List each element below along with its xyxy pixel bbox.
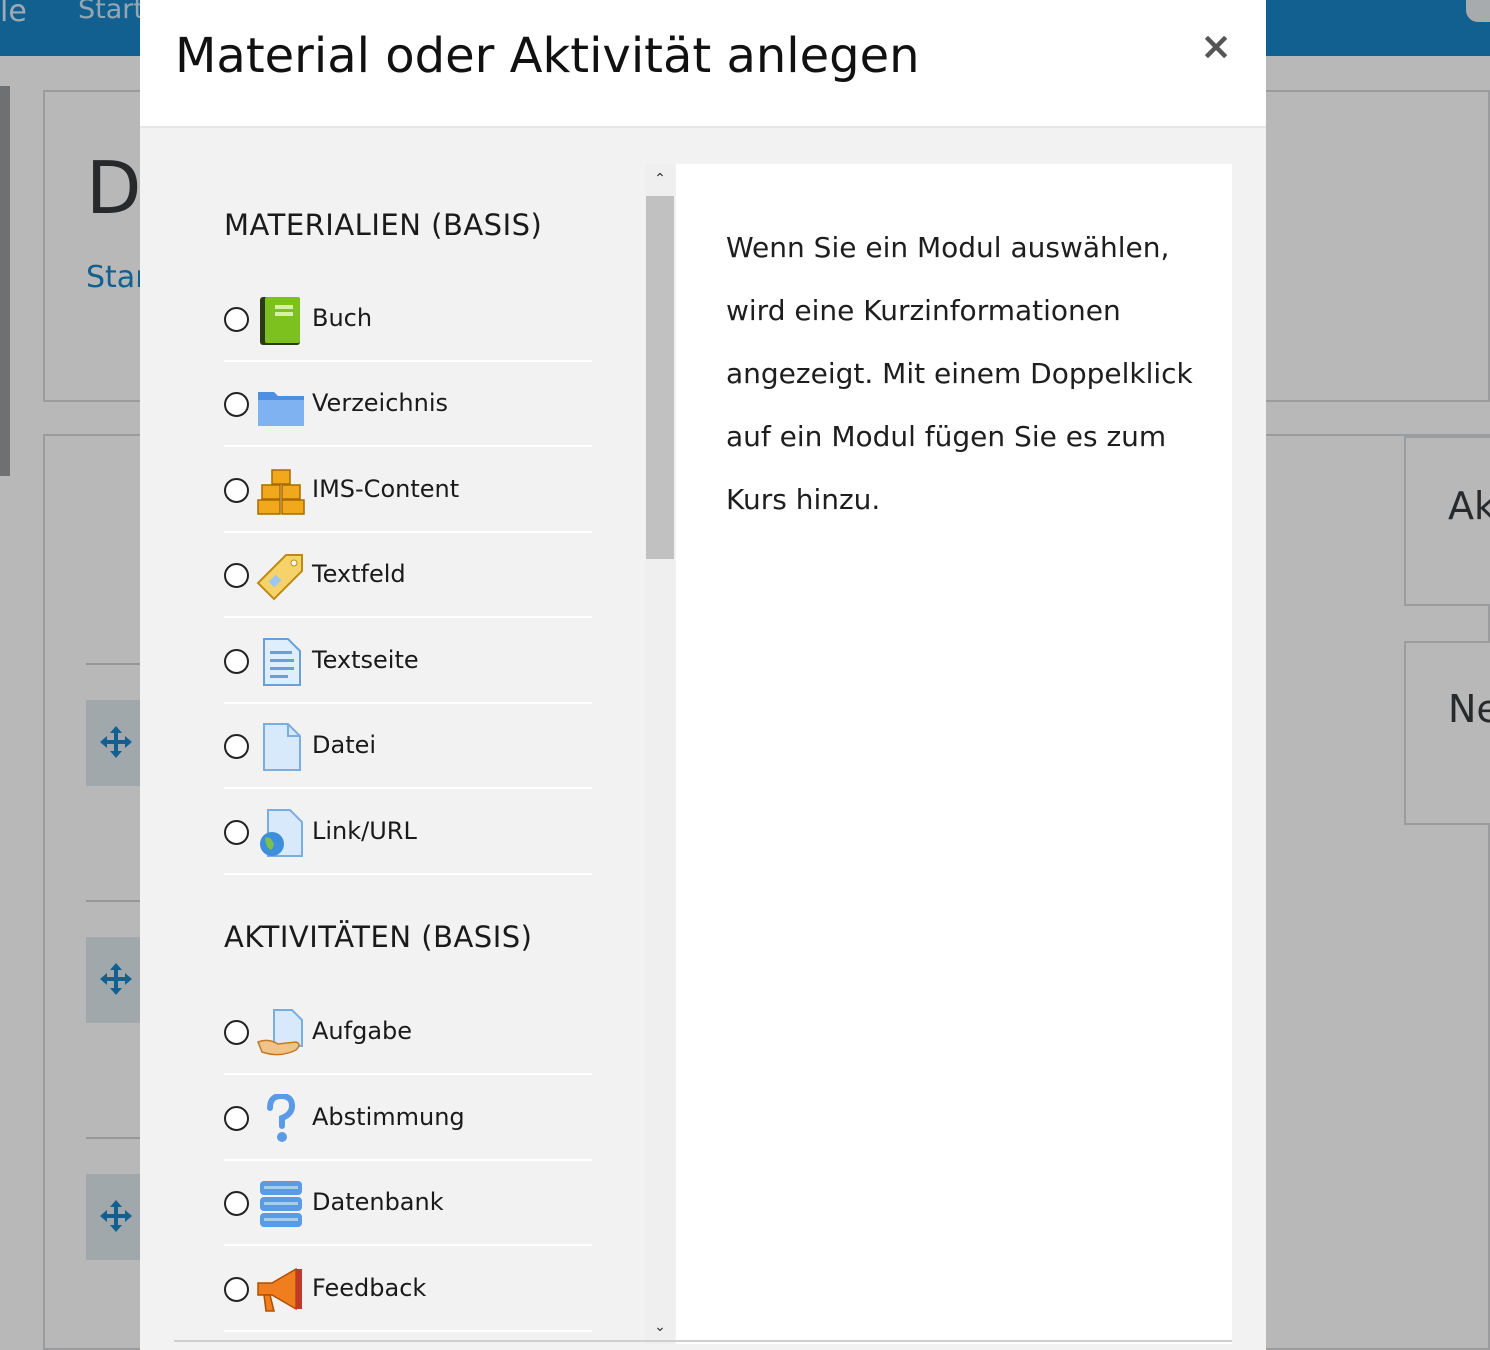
option-textfeld[interactable]: Textfeld [224,533,592,618]
megaphone-icon [257,1267,302,1312]
dialog-title: Material oder Aktivität anlegen [175,28,920,84]
radio-button[interactable] [224,734,249,759]
radio-button[interactable] [224,820,249,845]
option-ims-content[interactable]: IMS-Content [224,448,592,533]
option-label: Buch [312,304,373,332]
page-icon [263,638,301,686]
ims-package-icon [257,469,305,515]
section-title-activities: AKTIVITÄTEN (BASIS) [224,920,533,954]
radio-button[interactable] [224,563,249,588]
option-label: Textseite [312,646,419,674]
close-button[interactable]: × [1198,26,1234,66]
option-label: Verzeichnis [312,389,449,417]
book-icon [260,297,300,345]
option-abstimmung[interactable]: Abstimmung [224,1076,592,1161]
option-textseite[interactable]: Textseite [224,619,592,704]
option-label: Link/URL [312,817,417,845]
label-tag-icon [256,554,303,601]
dialog-body: MATERIALIEN (BASIS) Buch Verzeichnis IMS… [140,128,1266,1350]
option-label: Feedback [312,1274,427,1302]
url-globe-icon [260,809,303,857]
assignment-icon [257,1009,303,1056]
radio-button[interactable] [224,478,249,503]
options-scrollbar[interactable]: ⌃ ⌄ [645,164,675,1344]
option-aufgabe[interactable]: Aufgabe [224,990,592,1075]
option-label: Datenbank [312,1188,444,1216]
radio-button[interactable] [224,649,249,674]
module-info-text: Wenn Sie ein Modul auswählen, wird eine … [726,231,1193,516]
option-book[interactable]: Buch [224,277,592,362]
module-info-panel: Wenn Sie ein Modul auswählen, wird eine … [676,164,1232,1344]
radio-button[interactable] [224,307,249,332]
radio-button[interactable] [224,1020,249,1045]
folder-icon [258,392,304,426]
dialog-header: Material oder Aktivität anlegen × [140,0,1266,128]
option-label: Abstimmung [312,1103,465,1131]
scroll-down-arrow-icon[interactable]: ⌄ [645,1312,675,1342]
activity-chooser-dialog: Material oder Aktivität anlegen × MATERI… [140,0,1266,1350]
radio-button[interactable] [224,1277,249,1302]
option-folder[interactable]: Verzeichnis [224,362,592,447]
dialog-footer-divider [174,1340,1232,1342]
option-label: Textfeld [312,560,406,588]
radio-button[interactable] [224,1191,249,1216]
option-datenbank[interactable]: Datenbank [224,1161,592,1246]
scrollbar-thumb[interactable] [646,196,674,559]
option-link-url[interactable]: Link/URL [224,790,592,875]
option-label: Aufgabe [312,1017,413,1045]
section-title-resources: MATERIALIEN (BASIS) [224,208,543,242]
scroll-up-arrow-icon[interactable]: ⌃ [645,164,675,194]
option-label: IMS-Content [312,475,460,503]
option-label: Datei [312,731,377,759]
radio-button[interactable] [224,392,249,417]
option-datei[interactable]: Datei [224,704,592,789]
option-feedback[interactable]: Feedback [224,1247,592,1332]
file-icon [263,723,301,771]
question-mark-icon [267,1094,296,1142]
database-icon [260,1181,302,1227]
module-options-list: MATERIALIEN (BASIS) Buch Verzeichnis IMS… [140,128,645,1350]
radio-button[interactable] [224,1106,249,1131]
